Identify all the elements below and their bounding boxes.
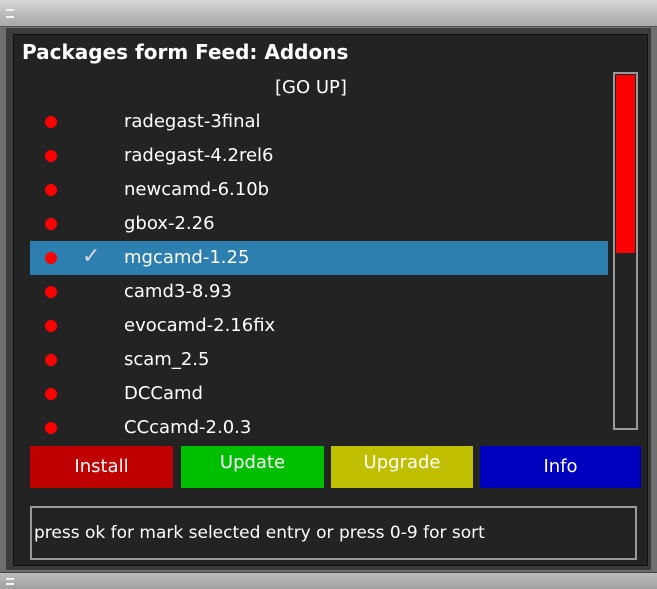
window-grip-icon <box>6 9 14 18</box>
status-dot-icon <box>45 320 57 332</box>
status-dot-icon <box>45 116 57 128</box>
package-label: gbox-2.26 <box>124 213 215 234</box>
status-bar: press ok for mark selected entry or pres… <box>30 506 637 560</box>
package-label: CCcamd-2.0.3 <box>124 417 252 438</box>
info-button[interactable]: Info <box>480 446 641 488</box>
status-dot-icon <box>45 184 57 196</box>
status-dot-icon <box>45 388 57 400</box>
list-item-selected[interactable]: ✓ mgcamd-1.25 <box>30 241 608 275</box>
package-label: radegast-3final <box>124 111 261 132</box>
update-button-label: Update <box>219 452 286 473</box>
update-button[interactable]: Update <box>181 446 324 488</box>
upgrade-button[interactable]: Upgrade <box>331 446 473 488</box>
list-item[interactable]: evocamd-2.16fix <box>30 309 608 343</box>
window-grip-icon <box>6 578 14 585</box>
install-button-label: Install <box>74 456 129 477</box>
list-item[interactable]: DCCamd <box>30 377 608 411</box>
list-item[interactable]: scam_2.5 <box>30 343 608 377</box>
scrollbar-thumb[interactable] <box>616 75 635 253</box>
list-scrollbar[interactable] <box>613 72 638 430</box>
install-button[interactable]: Install <box>30 446 173 488</box>
window-footer-bar <box>0 572 657 589</box>
package-label: scam_2.5 <box>124 349 210 370</box>
status-dot-icon <box>45 150 57 162</box>
package-label: newcamd-6.10b <box>124 179 270 200</box>
status-dot-icon <box>45 252 57 264</box>
package-label: radegast-4.2rel6 <box>124 145 274 166</box>
go-up-item[interactable]: [GO UP] <box>275 76 347 100</box>
status-dot-icon <box>45 422 57 434</box>
package-label: evocamd-2.16fix <box>124 315 276 336</box>
page-title: Packages form Feed: Addons <box>22 40 349 64</box>
list-item[interactable]: gbox-2.26 <box>30 207 608 241</box>
status-dot-icon <box>45 218 57 230</box>
list-item[interactable]: radegast-4.2rel6 <box>30 139 608 173</box>
status-dot-icon <box>45 286 57 298</box>
upgrade-button-label: Upgrade <box>363 452 441 473</box>
package-label: camd3-8.93 <box>124 281 232 302</box>
status-dot-icon <box>45 354 57 366</box>
list-item[interactable]: CCcamd-2.0.3 <box>30 411 608 445</box>
list-item[interactable]: camd3-8.93 <box>30 275 608 309</box>
package-label: DCCamd <box>124 383 203 404</box>
window-title-bar[interactable] <box>0 0 657 27</box>
checkmark-icon: ✓ <box>82 244 101 269</box>
info-button-label: Info <box>543 456 578 477</box>
package-label: mgcamd-1.25 <box>124 247 250 268</box>
list-item[interactable]: radegast-3final <box>30 105 608 139</box>
list-item[interactable]: newcamd-6.10b <box>30 173 608 207</box>
package-list: radegast-3final radegast-4.2rel6 newcamd… <box>30 105 608 445</box>
